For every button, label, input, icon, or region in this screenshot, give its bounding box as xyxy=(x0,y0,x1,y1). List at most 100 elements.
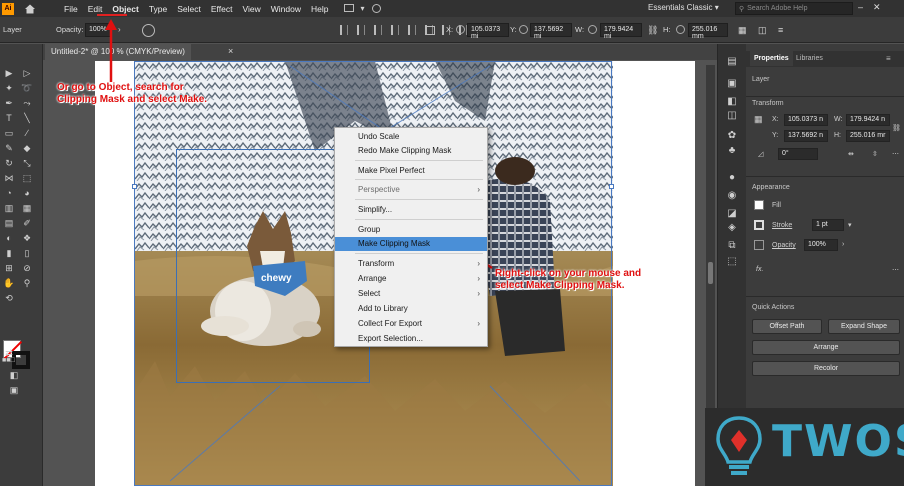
menu-item-pixel-perfect[interactable]: Make Pixel Perfect xyxy=(335,164,487,178)
menu-separator xyxy=(355,160,483,161)
menu-item-label: Arrange xyxy=(358,274,387,283)
arrange-button[interactable]: Arrange xyxy=(752,340,900,355)
menu-item-label: Undo Scale xyxy=(358,132,400,141)
stroke-label[interactable]: Stroke xyxy=(772,222,792,229)
menu-item-label: Make Pixel Perfect xyxy=(358,166,425,175)
fx-label[interactable]: fx. xyxy=(756,266,763,273)
menu-item-undo-scale[interactable]: Undo Scale xyxy=(335,130,487,144)
more-options-icon[interactable]: ⋯ xyxy=(892,150,899,158)
layer-label: Layer xyxy=(752,76,770,83)
lightbulb-logo-icon xyxy=(716,416,762,475)
menu-item-transform[interactable]: Transform › xyxy=(335,257,487,271)
properties-tabbar: Properties Libraries ≡ xyxy=(746,51,904,67)
recolor-button[interactable]: Recolor xyxy=(752,361,900,376)
color-guide-icon[interactable]: ✿ xyxy=(726,130,738,142)
libraries-icon[interactable]: ▣ xyxy=(726,78,738,90)
chevron-right-icon: › xyxy=(477,259,480,268)
menu-item-label: Group xyxy=(358,225,381,234)
transparency-icon[interactable]: ◪ xyxy=(726,208,738,220)
menu-item-label: Redo Make Clipping Mask xyxy=(358,146,452,155)
y-field[interactable]: 137.5692 n xyxy=(784,130,828,142)
w-label: W: xyxy=(834,116,843,123)
constrain-link-icon[interactable]: ⛓ xyxy=(892,124,901,132)
menu-item-label: Collect For Export xyxy=(358,319,423,328)
x-label: X: xyxy=(772,116,779,123)
offset-path-button[interactable]: Offset Path xyxy=(752,319,822,334)
annotation-line: select Make Clipping Mask. xyxy=(495,280,625,291)
divider xyxy=(746,296,904,297)
menu-item-label: Simplify... xyxy=(358,205,393,214)
context-menu: Undo Scale Redo Make Clipping Mask Make … xyxy=(334,127,488,347)
transform-section-title: Transform xyxy=(752,100,784,107)
stroke-swatch-icon[interactable] xyxy=(754,220,764,230)
menu-item-label: Add to Library xyxy=(358,304,408,313)
quick-actions-title: Quick Actions xyxy=(752,304,795,311)
chevron-right-icon: › xyxy=(477,185,480,194)
annotation-object-menu: Or go to Object, search for Clipping Mas… xyxy=(57,82,207,106)
y-label: Y: xyxy=(772,132,779,139)
divider xyxy=(746,176,904,177)
menu-item-label: Perspective xyxy=(358,185,400,194)
menu-item-label: Transform xyxy=(358,259,395,268)
menu-item-label: Export Selection... xyxy=(358,334,423,343)
menu-item-select[interactable]: Select › xyxy=(335,287,487,301)
properties-icon[interactable]: ▤ xyxy=(726,56,738,68)
menu-item-label: Make Clipping Mask xyxy=(358,239,431,248)
menu-separator xyxy=(355,253,483,254)
annotation-right-click: Right-click on your mouse and select Mak… xyxy=(495,268,641,292)
layers-panel-icon[interactable]: ◈ xyxy=(726,222,738,234)
brushes-icon[interactable]: ● xyxy=(726,172,738,184)
more-options-icon[interactable]: ⋯ xyxy=(892,266,899,274)
menu-item-simplify[interactable]: Simplify... xyxy=(335,203,487,217)
asset-export-icon[interactable]: ⬚ xyxy=(726,256,738,268)
expand-shape-button[interactable]: Expand Shape xyxy=(828,319,900,334)
menu-item-perspective: Perspective › xyxy=(335,183,487,197)
twos-watermark: TWOS xyxy=(705,408,904,486)
menu-separator xyxy=(355,219,483,220)
rotate-field[interactable]: 0° xyxy=(778,148,818,160)
layers-icon[interactable]: ◫ xyxy=(726,110,738,122)
opacity-label[interactable]: Opacity xyxy=(772,242,796,249)
scrollbar-thumb[interactable] xyxy=(708,262,713,284)
flip-horizontal-icon[interactable]: ⇹ xyxy=(848,150,854,158)
w-field[interactable]: 179.9424 n xyxy=(846,114,890,126)
opacity-field[interactable]: 100% xyxy=(804,239,838,251)
watermark-text: TWOS xyxy=(772,416,904,467)
stroke-panel-icon[interactable]: ◉ xyxy=(726,190,738,202)
menu-item-arrange[interactable]: Arrange › xyxy=(335,272,487,286)
menu-item-collect-for-export[interactable]: Collect For Export › xyxy=(335,317,487,331)
tab-properties[interactable]: Properties xyxy=(750,51,793,66)
chevron-right-icon: › xyxy=(477,319,480,328)
h-label: H: xyxy=(834,132,841,139)
symbols-icon[interactable]: ♣ xyxy=(726,145,738,157)
cc-libraries-icon[interactable]: ◧ xyxy=(726,96,738,108)
appearance-section-title: Appearance xyxy=(752,184,790,191)
x-field[interactable]: 105.0373 n xyxy=(784,114,828,126)
h-field[interactable]: 255.016 mr xyxy=(846,130,890,142)
menu-item-add-to-library[interactable]: Add to Library xyxy=(335,302,487,316)
opacity-icon xyxy=(754,240,764,250)
fill-swatch-icon[interactable] xyxy=(754,200,764,210)
tab-libraries[interactable]: Libraries xyxy=(792,51,827,66)
chevron-right-icon[interactable]: › xyxy=(842,241,844,248)
menu-item-make-clipping-mask[interactable]: Make Clipping Mask xyxy=(335,237,487,251)
panel-menu-icon[interactable]: ≡ xyxy=(886,54,891,63)
rotate-icon: ◿ xyxy=(758,151,764,158)
annotation-line: Clipping Mask and select Make. xyxy=(57,94,208,105)
menu-item-group[interactable]: Group xyxy=(335,223,487,237)
menu-item-redo-clipping-mask[interactable]: Redo Make Clipping Mask xyxy=(335,144,487,158)
artboards-icon[interactable]: ⧉ xyxy=(726,240,738,252)
menu-separator xyxy=(355,179,483,180)
chevron-right-icon: › xyxy=(477,274,480,283)
menu-item-label: Select xyxy=(358,289,381,298)
chevron-right-icon: › xyxy=(477,289,480,298)
annotation-line: Right-click on your mouse and xyxy=(495,268,642,279)
menu-item-export-selection[interactable]: Export Selection... xyxy=(335,332,487,346)
reference-point-icon[interactable]: ▦ xyxy=(754,114,763,125)
divider xyxy=(746,96,904,97)
stroke-weight-field[interactable]: 1 pt xyxy=(812,219,844,231)
chevron-down-icon[interactable]: ▾ xyxy=(848,221,852,229)
flip-vertical-icon[interactable]: ⇳ xyxy=(872,150,878,158)
annotation-line: Or go to Object, search for xyxy=(57,82,184,93)
fill-label: Fill xyxy=(772,202,781,209)
